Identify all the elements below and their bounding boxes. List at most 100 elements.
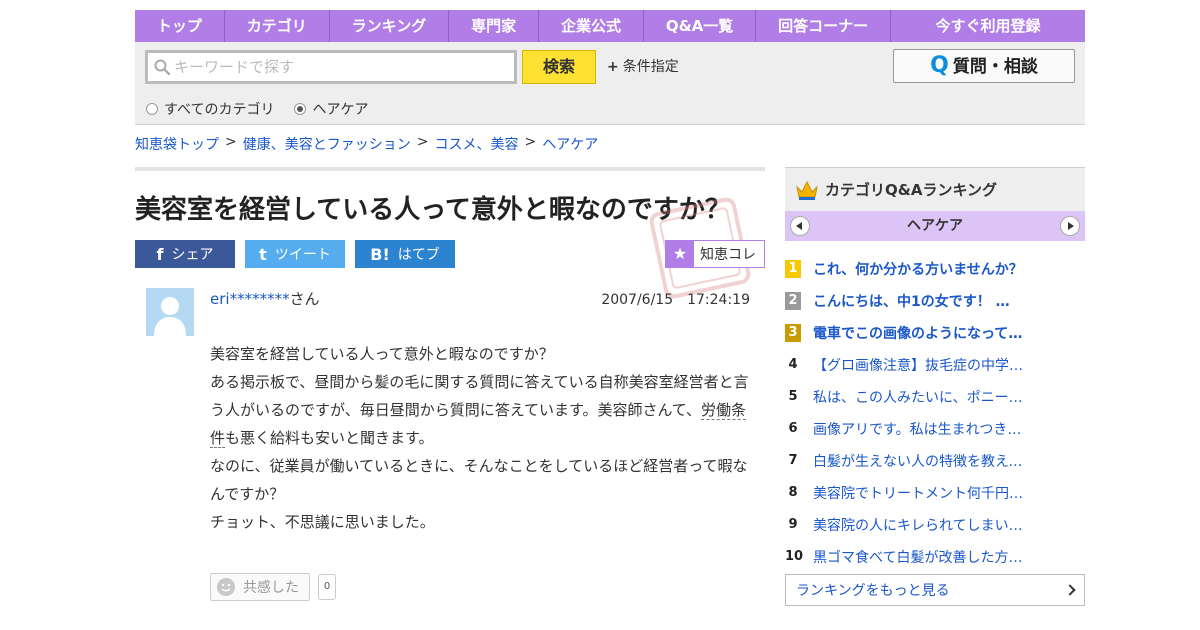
breadcrumb-item-cosme[interactable]: コスメ、美容 (434, 134, 518, 154)
nav-item-answer-corner[interactable]: 回答コーナー (756, 10, 892, 42)
plus-icon: + (607, 59, 619, 75)
question-date: 2007/6/15 17:24:19 (601, 292, 750, 308)
empathy-label: 共感した (243, 580, 299, 596)
breadcrumb-item-health[interactable]: 健康、美容とファッション (243, 134, 411, 154)
rank-title-link[interactable]: 白髪が生えない人の特徴を教えてください (813, 451, 1023, 471)
more-ranking-label: ランキングをもっと見る (796, 583, 950, 599)
question-text: ある掲示板で、昼間から髪の毛に関する質問に答えている自称美容室経営者と言う人がい… (210, 373, 749, 419)
collect-label: 知恵コレ (700, 247, 756, 263)
rank-number: 6 (788, 421, 798, 436)
question-line: 美容室を経営している人って意外と暇なのですか？ (210, 345, 554, 363)
star-icon: ★ (666, 241, 694, 267)
ranking-sidebar: カテゴリQ&Aランキング ヘアケア 1 これ、何か分かる方いませんか？ 2 こん… (785, 167, 1085, 606)
search-scope: すべてのカテゴリ ヘアケア (146, 99, 368, 119)
hatena-bookmark-label: はてブ (397, 247, 440, 263)
ranking-list: 1 これ、何か分かる方いませんか？ 2 こんにちは、中1の女です！ 今日、美容院… (785, 253, 1085, 573)
ranking-item[interactable]: 7 白髪が生えない人の特徴を教えてください (785, 445, 1085, 477)
breadcrumb-separator: > (416, 134, 429, 150)
empathy-button[interactable]: 共感した (210, 573, 310, 601)
user-silhouette-icon (146, 288, 194, 336)
avatar[interactable] (146, 288, 194, 336)
ranking-header: カテゴリQ&Aランキング (785, 167, 1085, 211)
rank-number: 9 (788, 517, 798, 532)
chevron-right-icon[interactable] (1060, 216, 1080, 236)
nav-item-top[interactable]: トップ (135, 10, 225, 42)
rank-title-link[interactable]: 私は、この人みたいに、ポニーテールにしたいです (813, 387, 1023, 407)
conditions-label: 条件指定 (622, 59, 679, 75)
rank-title-link[interactable]: 画像アリです。私は生まれつき髪が多いです (813, 419, 1023, 439)
rank-title-link[interactable]: これ、何か分かる方いませんか？ (813, 259, 1023, 279)
radio-on-icon (294, 103, 307, 115)
author-name-link[interactable]: eri******** (210, 290, 290, 308)
collect-button[interactable]: ★ 知恵コレ (665, 240, 765, 268)
global-nav: トップ カテゴリ ランキング 専門家 企業公式 Q&A一覧 回答コーナー 今すぐ… (135, 10, 1085, 42)
page-wrapper: トップ カテゴリ ランキング 専門家 企業公式 Q&A一覧 回答コーナー 今すぐ… (135, 10, 1085, 606)
facebook-share-button[interactable]: f シェア (135, 240, 235, 268)
conditions-toggle[interactable]: + 条件指定 (607, 56, 679, 76)
rank-title-link[interactable]: 黒ゴマ食べて白髪が改善した方いますか (813, 547, 1023, 567)
rank-title-link[interactable]: 【グロ画像注意】抜毛症の中学生です (813, 355, 1023, 375)
ranking-item[interactable]: 9 美容院の人にキレられてしまいました (785, 509, 1085, 541)
nav-item-ranking[interactable]: ランキング (330, 10, 450, 42)
rank-number: 10 (785, 549, 804, 564)
search-button[interactable]: 検索 (522, 50, 596, 84)
author-suffix: さん (289, 290, 320, 308)
ranking-item[interactable]: 4 【グロ画像注意】抜毛症の中学生です (785, 349, 1085, 381)
rank-number: 7 (788, 453, 798, 468)
question-paragraph: ある掲示板で、昼間から髪の毛に関する質問に答えている自称美容室経営者と言う人がい… (210, 368, 750, 452)
breadcrumb-item-haircare[interactable]: ヘアケア (542, 134, 598, 154)
share-row: f シェア t ツイート B! はてブ ★ 知恵コレ (135, 197, 765, 299)
facebook-icon: f (156, 244, 164, 264)
nav-item-category[interactable]: カテゴリ (225, 10, 330, 42)
chevron-left-icon[interactable] (790, 216, 810, 236)
ask-question-label: 質問・相談 (952, 57, 1038, 77)
nav-item-experts[interactable]: 専門家 (449, 10, 540, 42)
scope-current-label: ヘアケア (312, 102, 369, 118)
question-body: 美容室を経営している人って意外と暇なのですか？ ある掲示板で、昼間から髪の毛に関… (210, 340, 750, 536)
smile-icon (217, 578, 235, 596)
rank-number: 5 (788, 389, 798, 404)
search-icon (154, 59, 170, 75)
question-line: チョット、不思議に思いました。 (210, 513, 435, 531)
breadcrumb-separator: > (225, 134, 237, 150)
more-ranking-button[interactable]: ランキングをもっと見る (785, 574, 1085, 606)
ranking-item[interactable]: 6 画像アリです。私は生まれつき髪が多いです (785, 413, 1085, 445)
search-area: 検索 +条件指定 Q質問・相談 すべてのカテゴリ ヘアケア (135, 42, 1085, 125)
ranking-item[interactable]: 2 こんにちは、中1の女です！ 今日、美容院に行きました (785, 285, 1085, 317)
chevron-right-icon (1064, 584, 1076, 596)
search-box[interactable] (145, 50, 517, 84)
empathy-count: 0 (318, 574, 336, 600)
ranking-item[interactable]: 5 私は、この人みたいに、ポニーテールにしたいです (785, 381, 1085, 413)
ranking-item[interactable]: 10 黒ゴマ食べて白髪が改善した方いますか (785, 541, 1085, 573)
nav-item-official[interactable]: 企業公式 (539, 10, 644, 42)
ranking-item[interactable]: 8 美容院でトリートメント何千円もかかりました (785, 477, 1085, 509)
twitter-icon: t (259, 244, 267, 264)
breadcrumb-item-top[interactable]: 知恵袋トップ (135, 134, 219, 154)
question-author: eri********さん (210, 288, 320, 309)
search-input[interactable] (174, 55, 504, 79)
ranking-item[interactable]: 1 これ、何か分かる方いませんか？ (785, 253, 1085, 285)
hatena-icon: B! (370, 244, 390, 264)
ranking-title: カテゴリQ&Aランキング (825, 181, 997, 199)
crown-icon (796, 180, 818, 200)
ranking-item[interactable]: 3 電車でこの画像のようになってしまいました (785, 317, 1085, 349)
rank-title-link[interactable]: 美容院の人にキレられてしまいました (813, 515, 1023, 535)
rank-title-link[interactable]: 美容院でトリートメント何千円もかかりました (813, 483, 1023, 503)
nav-item-register[interactable]: 今すぐ利用登録 (891, 10, 1085, 42)
scope-all-label: すべてのカテゴリ (164, 102, 275, 118)
radio-off-icon (146, 103, 158, 115)
rank-number: 8 (788, 485, 798, 500)
scope-current-category[interactable]: ヘアケア (294, 99, 368, 119)
rank-number: 4 (788, 357, 798, 372)
twitter-share-button[interactable]: t ツイート (245, 240, 345, 268)
empathy-row: 共感した 0 (210, 573, 336, 601)
ranking-category: ヘアケア (907, 218, 963, 234)
nav-item-qa-list[interactable]: Q&A一覧 (644, 10, 757, 42)
hatena-bookmark-button[interactable]: B! はてブ (355, 240, 455, 268)
rank-title-link[interactable]: 電車でこの画像のようになってしまいました (813, 323, 1023, 343)
ask-question-button[interactable]: Q 質問・相談 (893, 49, 1075, 83)
rank-title-link[interactable]: こんにちは、中1の女です！ 今日、美容院に行きました (813, 291, 1023, 311)
facebook-share-label: シェア (171, 247, 214, 263)
scope-all-categories[interactable]: すべてのカテゴリ (146, 99, 274, 119)
breadcrumb-separator: > (524, 134, 537, 150)
